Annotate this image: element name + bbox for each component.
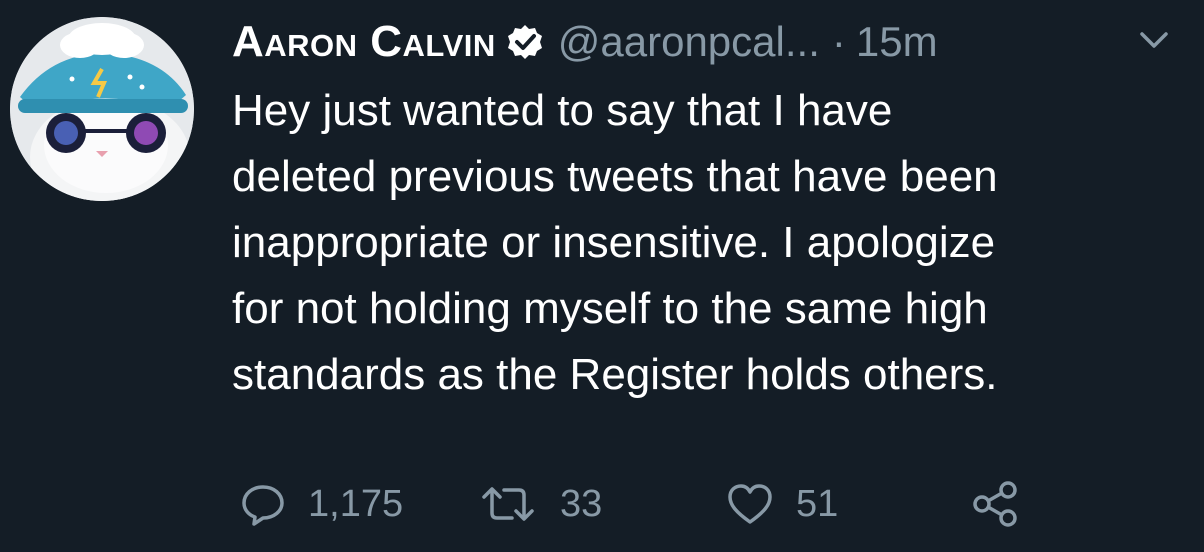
author-name[interactable]: Aaron Calvin [232, 17, 496, 67]
author-handle[interactable]: @aaronpcal... [558, 18, 820, 66]
retweet-button[interactable]: 33 [478, 478, 602, 530]
reply-button[interactable]: 1,175 [240, 478, 403, 530]
retweet-icon [482, 487, 534, 521]
reply-icon [242, 485, 284, 526]
reply-count: 1,175 [308, 482, 404, 525]
share-button[interactable] [970, 478, 1020, 530]
heart-icon [728, 484, 772, 524]
tweet-text-line: standards as the Register holds others. [232, 350, 998, 399]
like-count: 51 [796, 482, 839, 525]
tweet-text-line: Hey just wanted to say that I have [232, 86, 893, 135]
header-separator: · [831, 18, 846, 65]
tweet-header: Aaron Calvin @aaronpcal... · 15m [232, 14, 938, 70]
like-button[interactable]: 51 [726, 478, 838, 530]
tweet[interactable]: Aaron Calvin @aaronpcal... · 15m Hey jus… [0, 0, 1204, 552]
avatar-image [10, 17, 194, 201]
tweet-text-line: inappropriate or insensitive. I apologiz… [232, 218, 996, 267]
retweet-count: 33 [560, 482, 603, 525]
tweet-text-line: deleted previous tweets that have been [232, 152, 998, 201]
verified-icon [506, 23, 544, 61]
tweet-text-line: for not holding myself to the same high [232, 284, 988, 333]
share-icon [973, 481, 1017, 527]
tweet-timestamp[interactable]: 15m [856, 18, 938, 66]
chevron-down-icon[interactable] [1136, 28, 1172, 52]
tweet-text: Hey just wanted to say that I have delet… [232, 78, 1172, 408]
avatar[interactable] [10, 17, 194, 201]
